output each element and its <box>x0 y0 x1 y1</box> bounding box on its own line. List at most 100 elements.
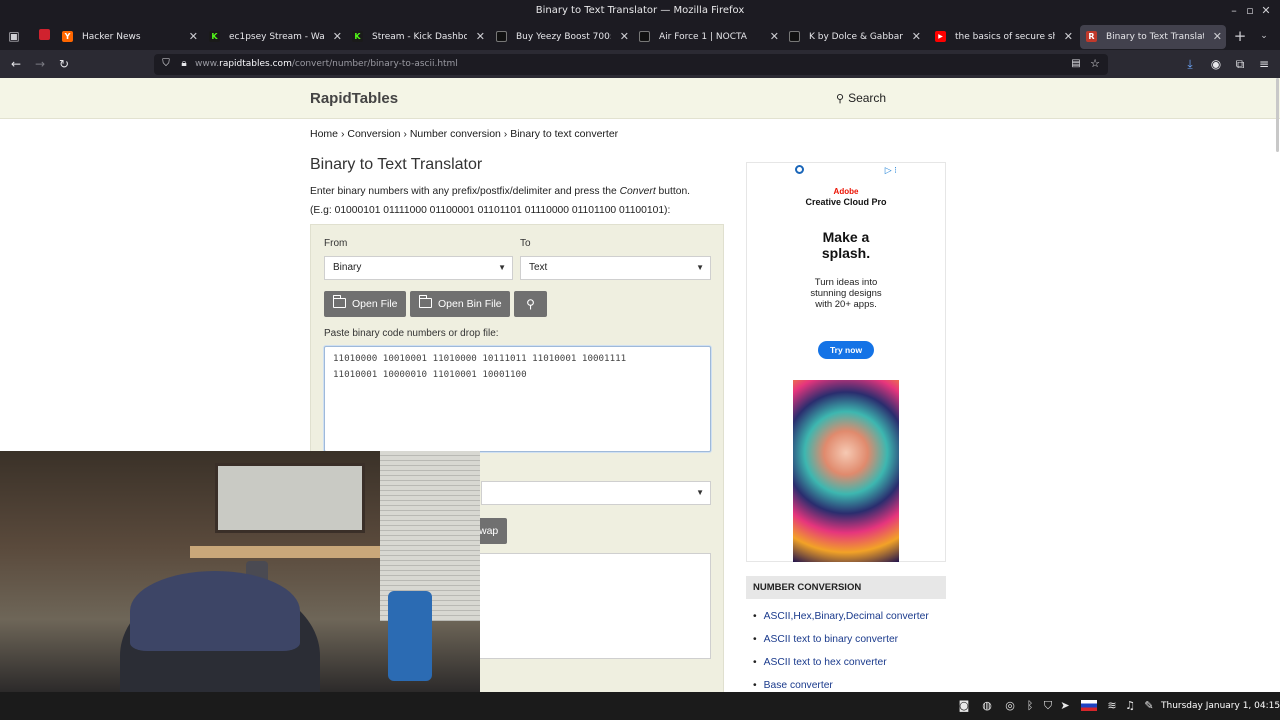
close-window-icon[interactable]: ✕ <box>1256 0 1276 22</box>
steam-icon[interactable]: ◍ <box>979 698 995 714</box>
tab-close-icon[interactable]: ✕ <box>1213 25 1222 49</box>
ad-brand: Adobe Creative Cloud Pro <box>747 187 945 207</box>
breadcrumb-home[interactable]: Home <box>310 128 338 140</box>
open-file-button[interactable]: Open File <box>324 291 406 317</box>
kick-favicon: K <box>209 31 220 42</box>
ad-headline: Make a splash. <box>821 229 871 261</box>
pinned-tab-icon[interactable] <box>36 28 52 44</box>
tab-title: Air Force 1 | NOCTA <box>659 32 747 42</box>
example-text: (E.g: 01000101 01111000 01100001 0110110… <box>310 205 671 216</box>
tab-kick-stream[interactable]: K ec1psey Stream - Watch L ✕ <box>203 25 346 49</box>
navigation-bar: ← → ↻ ⛉ 🔒︎ www.rapidtables.com/convert/n… <box>0 50 1280 78</box>
tab-close-icon[interactable]: ✕ <box>476 25 485 49</box>
tab-title: K by Dolce & Gabbana - DO <box>809 32 903 42</box>
tab-yeezy[interactable]: Buy Yeezy Boost 700: New ✕ <box>490 25 633 49</box>
wifi-icon[interactable]: ≋ <box>1104 698 1120 714</box>
hacker-news-favicon: Y <box>62 31 73 42</box>
system-taskbar: ◙ ◍ ◎ ᛒ ⛉ ➤ ≋ ♫ ✎ Thursday January 1, 04… <box>0 692 1280 720</box>
breadcrumb-conversion[interactable]: Conversion <box>347 128 400 140</box>
tab-title: ec1psey Stream - Watch L <box>229 32 324 42</box>
bluetooth-icon[interactable]: ᛒ <box>1022 698 1038 714</box>
discord-icon[interactable]: ◙ <box>956 698 972 714</box>
webcam-shelf <box>190 546 380 558</box>
ad-badge-icon <box>795 165 804 174</box>
obs-icon[interactable]: ◎ <box>1002 698 1018 714</box>
to-select[interactable]: Text ▼ <box>520 256 711 280</box>
search-button[interactable]: ⚲ Search <box>836 91 886 105</box>
tab-close-icon[interactable]: ✕ <box>620 25 629 49</box>
chevron-down-icon: ▼ <box>696 488 704 497</box>
clock[interactable]: Thursday January 1, 04:15 <box>1161 692 1280 720</box>
number-conversion-header: NUMBER CONVERSION <box>746 576 946 599</box>
youtube-favicon: ▶ <box>935 31 946 42</box>
sidebar-link-ascii-to-hex[interactable]: ASCII text to hex converter <box>753 657 929 680</box>
menu-icon[interactable]: ≡ <box>1256 56 1272 72</box>
extension-icon[interactable]: ◉ <box>1208 56 1224 72</box>
bookmark-star-icon[interactable]: ☆ <box>1087 56 1103 72</box>
site-header: RapidTables ⚲ Search <box>0 78 1280 119</box>
url-bar[interactable]: ⛉ 🔒︎ www.rapidtables.com/convert/number/… <box>154 54 1108 75</box>
tab-close-icon[interactable]: ✕ <box>189 25 198 49</box>
new-tab-icon[interactable]: + <box>1232 28 1248 44</box>
extensions-icon[interactable]: ⧉ <box>1232 56 1248 72</box>
tab-title: Buy Yeezy Boost 700: New <box>516 32 611 42</box>
breadcrumb-current[interactable]: Binary to text converter <box>510 128 618 140</box>
back-arrow-icon[interactable]: ← <box>8 56 24 72</box>
page-scrollbar[interactable] <box>1276 78 1279 152</box>
open-bin-file-label: Open Bin File <box>438 298 502 310</box>
forward-arrow-icon[interactable]: → <box>32 56 48 72</box>
shield-icon[interactable]: ⛉ <box>1040 698 1056 714</box>
tab-kick-dashboard[interactable]: K Stream - Kick Dashboar ✕ <box>346 25 489 49</box>
volume-icon[interactable]: ♫ <box>1122 698 1138 714</box>
folder-icon <box>332 295 346 308</box>
lock-icon[interactable]: 🔒︎ <box>176 56 192 72</box>
window-title: Binary to Text Translator — Mozilla Fire… <box>535 5 745 16</box>
tab-close-icon[interactable]: ✕ <box>912 25 921 49</box>
nocta-favicon <box>639 31 650 42</box>
reload-icon[interactable]: ↻ <box>56 56 72 72</box>
adchoices-icon[interactable]: ▷ ⁝ <box>885 165 897 176</box>
kick-favicon: K <box>352 31 363 42</box>
tab-youtube-ssh[interactable]: ▶ the basics of secure shell (s ✕ <box>929 25 1077 49</box>
tab-close-icon[interactable]: ✕ <box>1064 25 1073 49</box>
ad-artwork-image <box>793 380 899 562</box>
from-select[interactable]: Binary ▼ <box>324 256 513 280</box>
sidebar-link-ascii-hex-binary-decimal[interactable]: ASCII,Hex,Binary,Decimal converter <box>753 611 929 634</box>
sidebar-link-base-converter[interactable]: Base converter <box>753 680 929 692</box>
tab-close-icon[interactable]: ✕ <box>333 25 342 49</box>
tab-dolce-gabbana[interactable]: K by Dolce & Gabbana - DO ✕ <box>783 25 925 49</box>
tab-close-icon[interactable]: ✕ <box>770 25 779 49</box>
advertisement[interactable]: ▷ ⁝ Adobe Creative Cloud Pro Make a splas… <box>746 162 946 562</box>
tab-overview-icon[interactable]: ▣ <box>6 28 22 44</box>
folder-icon <box>418 295 432 308</box>
keyboard-layout-flag-icon[interactable] <box>1081 700 1097 711</box>
clipboard-icon[interactable]: ✎ <box>1141 698 1157 714</box>
reader-view-icon[interactable]: ▤ <box>1068 56 1084 72</box>
telegram-icon[interactable]: ➤ <box>1057 698 1073 714</box>
url-text: www.rapidtables.com/convert/number/binar… <box>195 59 458 69</box>
sidebar-link-ascii-to-binary[interactable]: ASCII text to binary converter <box>753 634 929 657</box>
view-file-button[interactable]: ⚲ <box>514 291 547 317</box>
ad-cta-button[interactable]: Try now <box>818 341 874 359</box>
binary-input-textarea[interactable]: 11010000 10010001 11010000 10111011 1101… <box>324 346 711 452</box>
delimiter-select[interactable]: ▼ <box>481 481 711 505</box>
tab-nocta[interactable]: Air Force 1 | NOCTA ✕ <box>633 25 783 49</box>
open-bin-file-button[interactable]: Open Bin File <box>410 291 510 317</box>
tab-title: Hacker News <box>82 32 141 42</box>
to-select-value: Text <box>529 262 548 273</box>
tracking-protection-icon[interactable]: ⛉ <box>158 56 174 72</box>
search-icon: ⚲ <box>526 297 535 311</box>
breadcrumb-number-conversion[interactable]: Number conversion <box>410 128 501 140</box>
webcam-oats-container <box>388 591 432 681</box>
tab-title: Binary to Text Translator <box>1106 32 1204 42</box>
from-label: From <box>324 238 348 249</box>
download-icon[interactable]: ⤓ <box>1182 56 1198 72</box>
chevron-down-icon: ▼ <box>696 263 704 272</box>
list-all-tabs-icon[interactable]: ⌄ <box>1256 28 1272 44</box>
webcam-overlay <box>0 451 480 692</box>
number-conversion-list: ASCII,Hex,Binary,Decimal converter ASCII… <box>753 611 929 692</box>
tab-binary-to-text[interactable]: R Binary to Text Translator ✕ <box>1080 25 1226 49</box>
site-logo[interactable]: RapidTables <box>310 90 398 107</box>
tab-hacker-news[interactable]: Y Hacker News ✕ <box>56 25 202 49</box>
open-file-label: Open File <box>352 298 398 310</box>
